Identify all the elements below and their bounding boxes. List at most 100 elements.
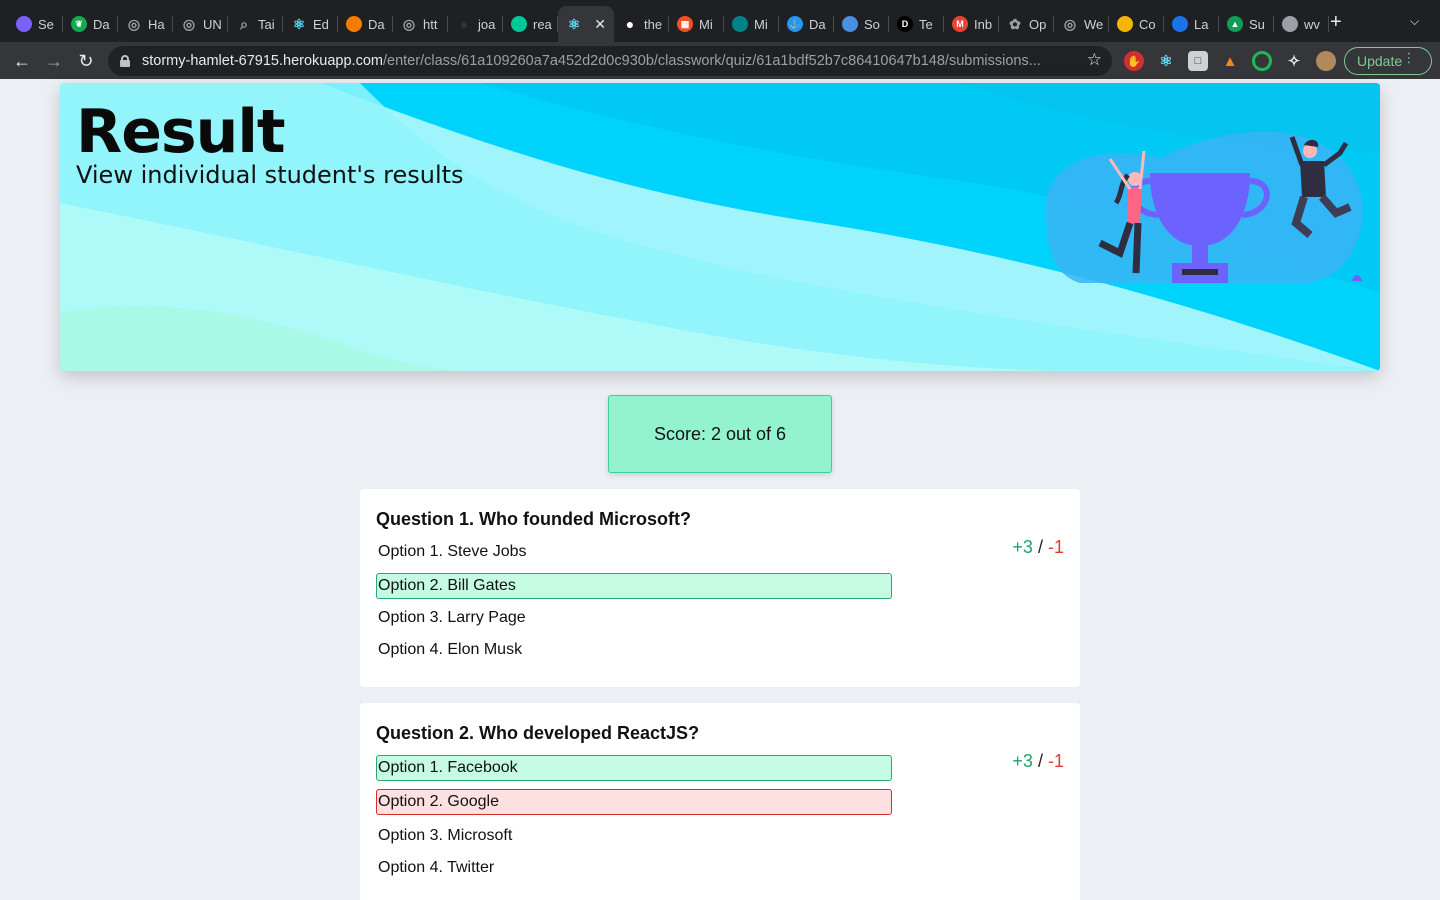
tab-label: the: [644, 16, 663, 32]
tab-label: rea: [533, 16, 552, 32]
browser-tab[interactable]: M Inb: [944, 8, 999, 40]
tab-search-chevron-icon[interactable]: ⌵: [1410, 14, 1419, 29]
globe-icon: ◎: [1063, 15, 1077, 32]
tab-label: Se: [38, 16, 54, 32]
tab-label: Co: [1139, 16, 1156, 32]
circle-app-icon: [16, 16, 32, 32]
tab-label: Da: [809, 16, 826, 32]
browser-tab[interactable]: ❦ Da: [63, 8, 118, 40]
openai-icon: ✿: [1009, 15, 1021, 32]
page-title: Result: [76, 97, 286, 167]
marks-separator: /: [1037, 537, 1043, 557]
url-host: stormy-hamlet-67915.herokuapp.com: [142, 53, 383, 69]
react-devtools-extension-icon[interactable]: ⚛: [1156, 51, 1176, 71]
page-extension-icon[interactable]: □: [1188, 51, 1208, 71]
question-title: Question 1. Who founded Microsoft?: [376, 509, 691, 529]
close-tab-icon[interactable]: ✕: [594, 16, 606, 33]
update-label: Update: [1357, 53, 1403, 69]
browser-tab[interactable]: ● the: [614, 8, 669, 40]
square-app-icon: [511, 16, 527, 32]
negative-marks: -1: [1047, 537, 1064, 557]
tab-label: Ed: [313, 16, 329, 32]
answer-option: Option 3. Larry Page: [378, 609, 526, 626]
reload-icon[interactable]: ↻: [74, 49, 98, 73]
url-text[interactable]: stormy-hamlet-67915.herokuapp.com/enter/…: [142, 53, 1072, 69]
url-path: /enter/class/61a109260a7a452d2d0c930b/cl…: [382, 53, 1041, 69]
browser-tab[interactable]: ● joa: [448, 8, 503, 40]
question-card: Question 2. Who developed ReactJS? +3 / …: [360, 703, 1080, 900]
react-icon: ⚛: [292, 15, 306, 32]
tab-label: Da: [368, 16, 385, 32]
tab-label: UN: [203, 16, 222, 32]
browser-tab[interactable]: ▲ Su: [1219, 8, 1274, 40]
green-ring-extension-icon[interactable]: [1252, 51, 1272, 71]
marks-separator: /: [1037, 751, 1043, 771]
new-tab-button[interactable]: +: [1330, 12, 1342, 32]
browser-tab[interactable]: Mi: [724, 8, 779, 40]
browser-tab[interactable]: Se: [8, 8, 63, 40]
docker-icon: ⚓: [787, 16, 803, 32]
browser-tab[interactable]: ⚛ Ed: [283, 8, 338, 40]
browser-tab[interactable]: ⚓ Da: [779, 8, 834, 40]
browser-tab[interactable]: La: [1164, 8, 1219, 40]
page-icon: [1282, 16, 1298, 32]
tab-label: Su: [1249, 16, 1265, 32]
browser-tab[interactable]: ✿ Op: [999, 8, 1054, 40]
browser-tab[interactable]: rea: [503, 8, 558, 40]
forward-arrow-icon[interactable]: →: [42, 49, 66, 73]
browser-toolbar: ← → ↻ stormy-hamlet-67915.herokuapp.com/…: [0, 42, 1440, 79]
react-icon: ⚛: [567, 15, 581, 32]
positive-marks: +3: [1012, 537, 1033, 557]
back-arrow-icon[interactable]: ←: [10, 49, 34, 73]
answer-option: Option 3. Microsoft: [378, 827, 513, 844]
browser-tab[interactable]: ⚛ ✕: [558, 6, 614, 42]
question-marks: +3 / -1: [1012, 537, 1064, 558]
tab-separator: [1328, 16, 1329, 32]
tab-label: Op: [1029, 16, 1047, 32]
classroom-icon: [1117, 16, 1133, 32]
github-icon: ●: [625, 16, 635, 32]
bookmark-star-icon[interactable]: ☆: [1087, 50, 1102, 70]
bracket-icon: [346, 16, 362, 32]
github-icon: ●: [459, 16, 469, 32]
globe-icon: ◎: [182, 15, 196, 32]
browser-tab[interactable]: So: [834, 8, 889, 40]
tab-label: Ha: [148, 16, 165, 32]
arc-icon: [842, 16, 858, 32]
browser-tab[interactable]: ◎ Ha: [118, 8, 173, 40]
update-button[interactable]: Update …: [1344, 47, 1432, 75]
question-title: Question 2. Who developed ReactJS?: [376, 723, 700, 743]
browser-tabstrip: Se ❦ Da ◎ Ha ◎ UN ⌕ Tai ⚛ Ed Da ◎ htt ● joa rea ⚛ ✕ ● the ▦ Mi…: [0, 0, 1440, 42]
negative-marks: -1: [1047, 751, 1064, 771]
browser-tab[interactable]: D Te: [889, 8, 944, 40]
extensions-puzzle-icon[interactable]: ✧: [1284, 51, 1304, 71]
browser-tab[interactable]: ◎ We: [1054, 8, 1109, 40]
answer-option: Option 1. Facebook: [376, 755, 892, 781]
answer-option: Option 1. Steve Jobs: [378, 543, 527, 560]
tab-label: Tai: [258, 16, 275, 32]
tab-label: We: [1084, 16, 1104, 32]
browser-tab[interactable]: ⌕ Tai: [228, 8, 283, 40]
browser-tab[interactable]: Da: [338, 8, 393, 40]
contacts-icon: [1172, 16, 1188, 32]
tab-label: Mi: [699, 16, 713, 32]
tab-label: Mi: [754, 16, 768, 32]
tab-label: La: [1194, 16, 1209, 32]
browser-tab[interactable]: Co: [1109, 8, 1164, 40]
dev-icon: D: [897, 16, 913, 32]
browser-tab[interactable]: ◎ htt: [393, 8, 448, 40]
profile-avatar[interactable]: [1316, 51, 1336, 71]
tab-label: So: [864, 16, 880, 32]
answer-option: Option 4. Twitter: [378, 859, 495, 876]
menu-dots-icon[interactable]: …: [1405, 51, 1421, 64]
page-subtitle: View individual student's results: [76, 161, 464, 189]
browser-tab[interactable]: ◎ UN: [173, 8, 228, 40]
search-icon: ⌕: [240, 15, 248, 32]
gmail-icon: M: [952, 16, 968, 32]
address-bar[interactable]: stormy-hamlet-67915.herokuapp.com/enter/…: [108, 46, 1112, 76]
drive-icon: ▲: [1227, 16, 1243, 32]
adblock-extension-icon[interactable]: ✋: [1124, 51, 1144, 71]
metamask-extension-icon[interactable]: ▲: [1220, 51, 1240, 71]
browser-tab[interactable]: wv: [1274, 8, 1329, 40]
browser-tab[interactable]: ▦ Mi: [669, 8, 724, 40]
